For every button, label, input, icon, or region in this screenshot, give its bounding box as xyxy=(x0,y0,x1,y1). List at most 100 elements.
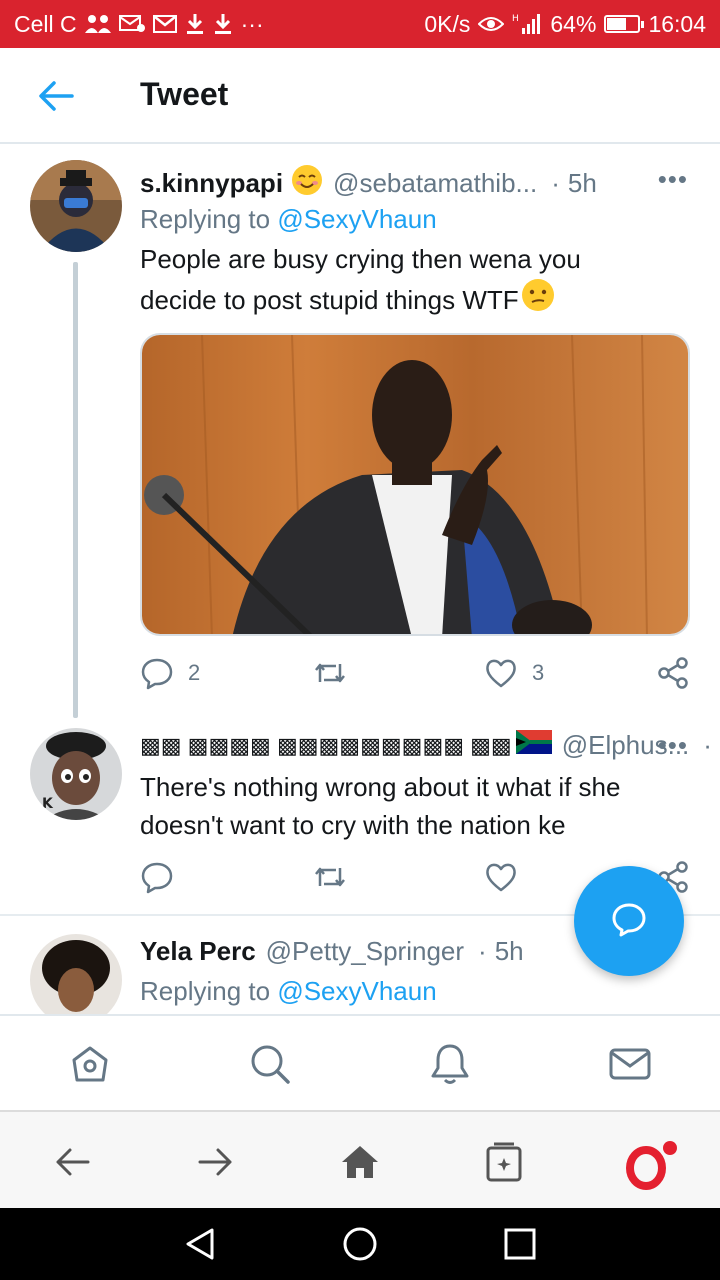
signal-icon: H xyxy=(512,12,542,36)
battery-fill xyxy=(607,18,627,30)
comment-icon xyxy=(140,656,174,690)
reply-button[interactable] xyxy=(140,860,188,894)
home-tab[interactable] xyxy=(68,1042,112,1086)
like-count: 3 xyxy=(532,660,545,685)
tweet-meta: s.kinnypapi @sebatamathib... · 5h xyxy=(140,164,597,203)
browser-forward-button[interactable] xyxy=(194,1140,238,1184)
comment-icon xyxy=(140,860,174,894)
tweet-text-line: doesn't want to cry with the nation ke xyxy=(140,810,566,840)
timeline[interactable]: s.kinnypapi @sebatamathib... · 5h ••• Re… xyxy=(0,146,720,1014)
browser-toolbar xyxy=(0,1110,720,1208)
system-home-button[interactable] xyxy=(342,1226,378,1262)
smiling-face-emoji-icon xyxy=(291,164,323,203)
replying-to: Replying to @SexyVhaun xyxy=(140,976,437,1007)
back-arrow-icon xyxy=(50,1148,94,1188)
share-icon xyxy=(656,656,690,690)
more-notifications: ··· xyxy=(240,10,264,37)
replying-to: Replying to @SexyVhaun xyxy=(140,204,437,235)
like-button[interactable]: 3 xyxy=(484,656,544,690)
mention-link[interactable]: @SexyVhaun xyxy=(277,976,436,1006)
browser-back-button[interactable] xyxy=(50,1140,94,1184)
tweet-actions: 2 3 xyxy=(140,656,700,696)
opera-icon xyxy=(626,1141,678,1196)
south-africa-flag-icon xyxy=(515,730,552,761)
clock: 16:04 xyxy=(648,10,706,37)
tweet-meta: ▩▩ ▩▩▩▩ ▩▩▩▩▩▩▩▩▩ ▩▩ @Elphus... · 3h xyxy=(140,730,720,761)
home-icon xyxy=(338,1146,382,1188)
display-name[interactable]: Yela Perc xyxy=(140,936,256,967)
user-handle: @sebatamathib... xyxy=(333,168,538,198)
home-icon xyxy=(68,1046,112,1090)
separator-dot: · xyxy=(703,730,712,760)
user-handle: @Petty_Springer xyxy=(265,936,465,966)
compose-reply-icon xyxy=(609,899,649,944)
svg-text:K: K xyxy=(42,796,54,812)
heart-icon xyxy=(484,860,518,894)
carrier-name: Cell C xyxy=(14,10,77,37)
gmail-icon xyxy=(152,14,177,34)
bell-icon xyxy=(428,1044,472,1090)
reply-count: 2 xyxy=(188,660,201,685)
download-icon xyxy=(185,13,205,35)
system-recents-button[interactable] xyxy=(502,1226,538,1262)
download-icon xyxy=(213,13,233,35)
separator-dot: · xyxy=(478,936,487,966)
battery-percent: 64% xyxy=(550,10,597,37)
more-options-icon[interactable]: ••• xyxy=(658,164,688,195)
tweet-text: There's nothing wrong about it what if s… xyxy=(140,768,685,844)
tweet-text-line: There's nothing wrong about it what if s… xyxy=(140,772,621,802)
tweet[interactable]: s.kinnypapi @sebatamathib... · 5h ••• Re… xyxy=(0,146,720,718)
eye-icon xyxy=(478,14,505,34)
notifications-tab[interactable] xyxy=(428,1042,472,1086)
twitter-tab-bar xyxy=(0,1014,720,1110)
tweet-header: Tweet xyxy=(0,48,720,144)
reply-fab-button[interactable] xyxy=(574,866,684,976)
back-arrow-icon[interactable] xyxy=(36,78,76,114)
replying-to-label: Replying to xyxy=(140,976,278,1006)
browser-tabs-button[interactable] xyxy=(482,1140,526,1184)
status-bar: Cell C ··· 0K/s H 64% 16:04 xyxy=(0,0,720,48)
network-speed: 0K/s xyxy=(424,10,471,37)
retweet-icon xyxy=(312,656,348,690)
retweet-button[interactable] xyxy=(312,860,362,894)
back-triangle-icon xyxy=(182,1228,218,1266)
avatar[interactable] xyxy=(30,160,122,252)
like-button[interactable] xyxy=(484,860,532,894)
replying-to-label: Replying to xyxy=(140,204,278,234)
retweet-icon xyxy=(312,860,348,894)
page-title: Tweet xyxy=(140,76,229,112)
avatar[interactable] xyxy=(30,934,122,1014)
tweet-text-line: People are busy crying then wena you xyxy=(140,244,581,274)
avatar[interactable]: K xyxy=(30,728,122,820)
svg-text:H: H xyxy=(512,14,519,24)
browser-home-button[interactable] xyxy=(338,1140,382,1184)
messages-tab[interactable] xyxy=(608,1042,652,1086)
battery-icon xyxy=(604,15,645,33)
share-button[interactable] xyxy=(656,656,690,690)
tweet-time: 5h xyxy=(567,168,597,198)
thread-line xyxy=(73,262,78,718)
mail-icon xyxy=(608,1048,652,1090)
message-icon xyxy=(118,14,145,34)
retweet-button[interactable] xyxy=(312,656,362,690)
system-navigation-bar xyxy=(0,1208,720,1280)
search-tab[interactable] xyxy=(248,1042,292,1086)
system-back-button[interactable] xyxy=(182,1226,218,1262)
people-icon xyxy=(84,14,111,34)
tweet-image[interactable] xyxy=(140,333,690,636)
display-name[interactable]: s.kinnypapi xyxy=(140,168,283,199)
more-options-icon[interactable]: ••• xyxy=(658,730,688,761)
heart-icon xyxy=(484,656,518,690)
home-circle-icon xyxy=(342,1227,378,1266)
mention-link[interactable]: @SexyVhaun xyxy=(277,204,436,234)
tweet-time: 5h xyxy=(494,936,524,966)
opera-menu-button[interactable] xyxy=(626,1140,677,1190)
search-icon xyxy=(248,1045,292,1090)
display-name[interactable]: ▩▩ ▩▩▩▩ ▩▩▩▩▩▩▩▩▩ ▩▩ xyxy=(140,733,512,759)
separator-dot: · xyxy=(551,168,560,198)
recents-square-icon xyxy=(502,1228,538,1266)
forward-arrow-icon xyxy=(194,1148,238,1188)
reply-button[interactable]: 2 xyxy=(140,656,200,690)
tabs-icon xyxy=(482,1142,526,1188)
tweet-text: People are busy crying then wena you dec… xyxy=(140,240,685,322)
